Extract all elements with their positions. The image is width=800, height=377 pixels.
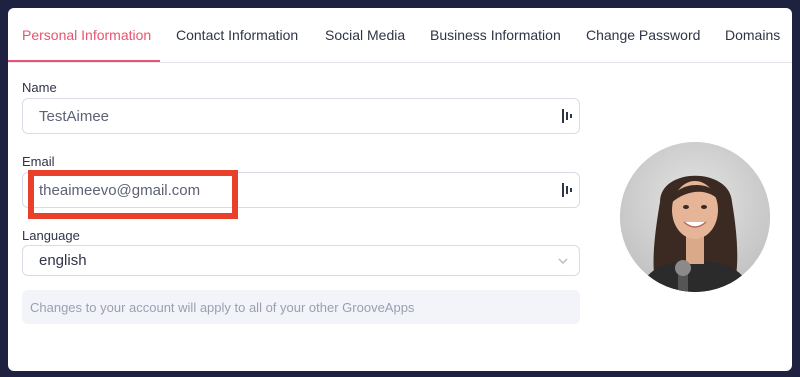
tab-social-media[interactable]: Social Media <box>325 8 405 62</box>
password-manager-icon[interactable] <box>562 109 572 123</box>
tab-business-information[interactable]: Business Information <box>430 8 561 62</box>
settings-tabs: Personal Information Contact Information… <box>8 8 792 63</box>
tab-contact-information[interactable]: Contact Information <box>176 8 298 62</box>
tab-change-password[interactable]: Change Password <box>586 8 700 62</box>
language-label: Language <box>22 228 80 243</box>
language-selected-value: english <box>39 252 87 269</box>
tab-domains[interactable]: Domains <box>725 8 780 62</box>
name-field[interactable]: TestAimee <box>22 98 580 134</box>
password-manager-icon[interactable] <box>562 183 572 197</box>
profile-photo <box>620 142 770 292</box>
name-value: TestAimee <box>39 108 110 125</box>
chevron-down-icon <box>558 258 568 265</box>
name-label: Name <box>22 80 57 95</box>
avatar[interactable] <box>620 142 770 292</box>
active-tab-indicator <box>8 60 160 62</box>
account-notice: Changes to your account will apply to al… <box>22 290 580 324</box>
profile-settings-panel: Personal Information Contact Information… <box>8 8 792 371</box>
email-label: Email <box>22 154 55 169</box>
tab-personal-information[interactable]: Personal Information <box>22 8 151 62</box>
email-highlight-box <box>28 170 238 219</box>
language-select[interactable]: english <box>22 245 580 276</box>
account-notice-text: Changes to your account will apply to al… <box>30 300 415 315</box>
